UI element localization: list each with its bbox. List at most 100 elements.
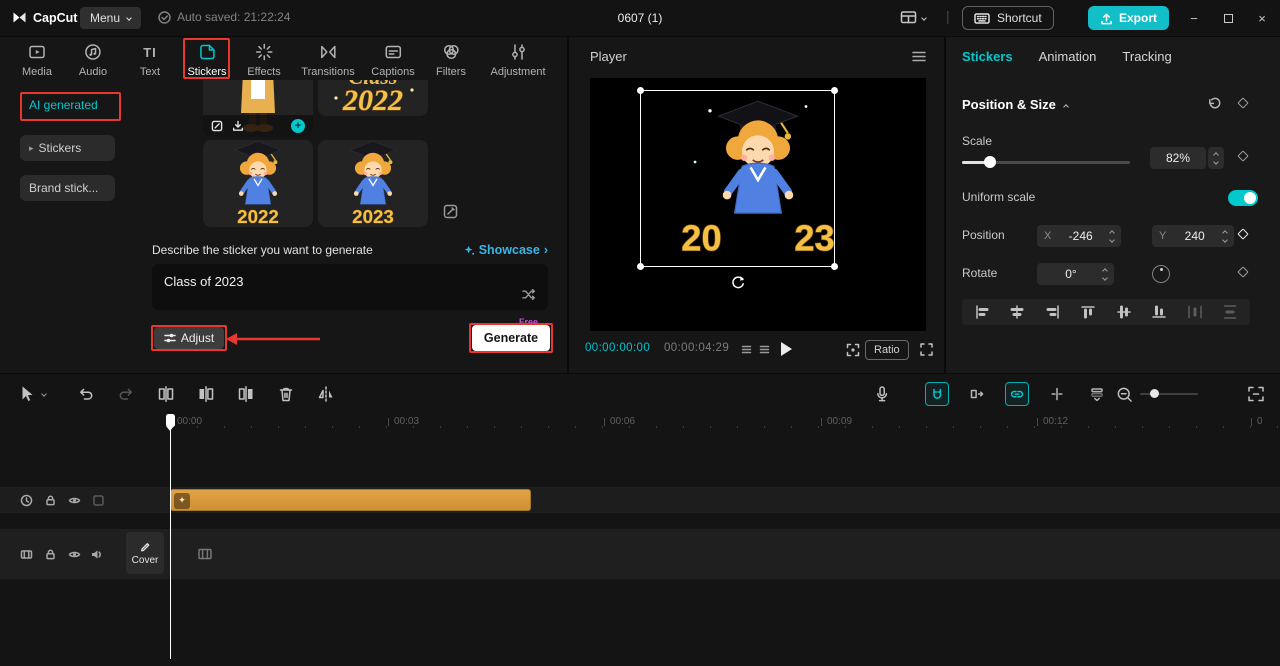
list-icon[interactable] [741, 344, 752, 355]
video-preview[interactable]: 20 23 [590, 78, 926, 331]
linkage-toggle[interactable] [1005, 382, 1029, 406]
tab-properties-stickers[interactable]: Stickers [962, 49, 1013, 64]
delete-left-icon[interactable] [196, 384, 216, 404]
sticker-thumb-3[interactable]: 2022 [203, 140, 313, 227]
timeline-zoom-slider[interactable] [1140, 393, 1198, 395]
reset-icon[interactable] [1207, 97, 1221, 111]
viewfinder-icon[interactable] [845, 342, 861, 358]
scale-slider-thumb[interactable] [984, 156, 996, 168]
rotate-dial[interactable] [1152, 265, 1170, 283]
select-tool-caret-icon[interactable] [41, 391, 47, 397]
preview-axis-toggle[interactable] [1045, 382, 1069, 406]
keyframe-icon[interactable] [1237, 97, 1249, 109]
redo-icon[interactable] [116, 384, 136, 404]
maximize-button[interactable] [1212, 0, 1244, 36]
timeline-zoom-thumb[interactable] [1150, 389, 1159, 398]
zoom-out-icon[interactable] [1116, 386, 1133, 403]
play-button[interactable] [781, 342, 792, 356]
main-track-magnetic-toggle[interactable] [925, 382, 949, 406]
rotate-stepper[interactable] [1102, 267, 1108, 281]
track-duration-icon[interactable] [20, 494, 33, 507]
adjust-button[interactable]: Adjust [154, 327, 224, 349]
delete-icon[interactable] [276, 384, 296, 404]
tab-captions[interactable]: Captions [371, 42, 415, 78]
sidebar-item-ai-generated[interactable]: AI generated [20, 92, 115, 118]
scale-value-box[interactable]: 82% [1150, 147, 1206, 169]
player-menu-icon[interactable] [912, 51, 926, 62]
position-keyframe-icon[interactable] [1237, 228, 1249, 240]
download-icon[interactable] [232, 120, 244, 132]
lock-icon[interactable] [44, 548, 57, 561]
distribute-vertical-icon[interactable] [1222, 304, 1238, 320]
shuffle-icon[interactable] [521, 287, 536, 302]
tab-text[interactable]: TI Text [140, 42, 160, 79]
tab-adjustment[interactable]: Adjustment [490, 42, 546, 78]
split-icon[interactable] [156, 384, 176, 404]
position-y-box[interactable]: Y 240 [1152, 225, 1234, 247]
voiceover-mic-icon[interactable] [872, 384, 892, 404]
undo-icon[interactable] [76, 384, 96, 404]
selection-handle-tl[interactable] [637, 87, 644, 94]
export-button[interactable]: Export [1088, 6, 1170, 30]
playhead-handle[interactable] [165, 414, 175, 431]
feedback-edit-icon[interactable] [443, 204, 458, 219]
tab-properties-tracking[interactable]: Tracking [1122, 49, 1171, 64]
sticker-thumb-2[interactable]: Class 2022 [318, 80, 428, 116]
track-checkbox-icon[interactable] [92, 494, 105, 507]
minimize-button[interactable]: − [1178, 0, 1210, 36]
sticker-thumb-1[interactable]: + [203, 80, 313, 137]
auto-ripple-toggle[interactable] [965, 382, 989, 406]
video-track-icon[interactable] [20, 548, 33, 561]
align-left-icon[interactable] [974, 304, 990, 320]
delete-right-icon[interactable] [236, 384, 256, 404]
selection-handle-bl[interactable] [637, 263, 644, 270]
tab-transitions[interactable]: Transitions [301, 42, 355, 78]
scale-keyframe-icon[interactable] [1237, 150, 1249, 162]
cover-button[interactable]: Cover [126, 532, 164, 574]
position-y-stepper[interactable] [1222, 229, 1228, 243]
generate-button[interactable]: Generate [472, 325, 550, 351]
mute-icon[interactable] [90, 548, 103, 561]
shortcut-button[interactable]: Shortcut [962, 6, 1054, 30]
tab-properties-animation[interactable]: Animation [1039, 49, 1097, 64]
align-right-icon[interactable] [1045, 304, 1061, 320]
visibility-icon[interactable] [68, 494, 81, 507]
selection-handle-br[interactable] [831, 263, 838, 270]
layout-switch-button[interactable] [900, 9, 927, 26]
tab-filters[interactable]: Filters [436, 42, 466, 78]
list-icon[interactable] [759, 344, 770, 355]
position-x-stepper[interactable] [1109, 229, 1115, 243]
selection-handle-tr[interactable] [831, 87, 838, 94]
sticker-clip[interactable]: ✦ [170, 489, 531, 511]
prompt-input[interactable]: Class of 2023 [152, 264, 548, 310]
sticker-thumb-4[interactable]: 2023 [318, 140, 428, 227]
sidebar-item-stickers[interactable]: ▸ Stickers [20, 135, 115, 161]
lock-icon[interactable] [44, 494, 57, 507]
tab-effects[interactable]: Effects [247, 42, 281, 78]
edit-icon[interactable] [211, 120, 223, 132]
ratio-button[interactable]: Ratio [865, 340, 909, 360]
align-bottom-icon[interactable] [1151, 304, 1167, 320]
visibility-icon[interactable] [68, 548, 81, 561]
menu-button[interactable]: Menu [80, 7, 142, 29]
rotate-handle-icon[interactable] [731, 275, 745, 289]
select-tool-icon[interactable] [16, 384, 36, 404]
rotate-value-box[interactable]: 0° [1037, 263, 1114, 285]
tab-audio[interactable]: Audio [79, 42, 107, 78]
showcase-link[interactable]: Showcase › [464, 243, 548, 257]
playhead[interactable] [169, 414, 171, 659]
timeline-ruler[interactable]: 00:00 00:03 00:06 00:09 00:12 0 [0, 414, 1280, 430]
mirror-icon[interactable] [316, 384, 336, 404]
tab-media[interactable]: Media [22, 42, 52, 78]
tab-stickers[interactable]: Stickers [187, 42, 227, 78]
fullscreen-icon[interactable] [919, 342, 934, 357]
align-center-horizontal-icon[interactable] [1009, 304, 1025, 320]
align-top-icon[interactable] [1080, 304, 1096, 320]
scale-stepper[interactable] [1208, 147, 1224, 169]
distribute-horizontal-icon[interactable] [1187, 304, 1203, 320]
uniform-scale-toggle[interactable] [1228, 190, 1258, 206]
fit-timeline-icon[interactable] [1246, 384, 1266, 404]
align-center-vertical-icon[interactable] [1116, 304, 1132, 320]
rotate-keyframe-icon[interactable] [1237, 266, 1249, 278]
add-sticker-icon[interactable]: + [291, 119, 305, 133]
